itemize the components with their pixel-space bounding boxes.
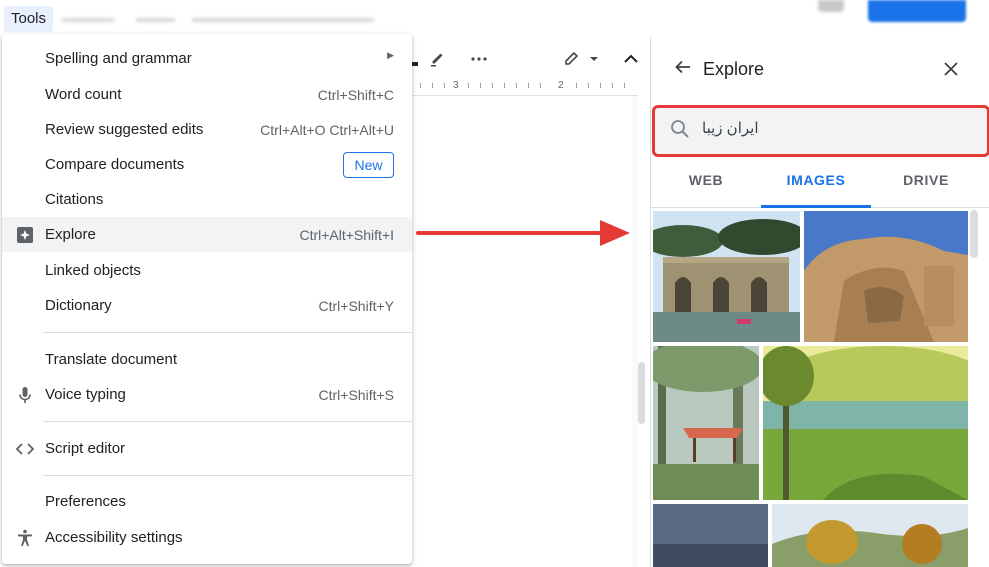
menu-item-linked-objects[interactable]: Linked objects [2,253,412,288]
ruler-tick [612,83,613,88]
tab-web[interactable]: WEB [651,164,761,208]
menu-item-spelling-grammar[interactable]: Spelling and grammar ▶ [2,41,412,76]
ruler-tick [492,83,493,88]
menu-item-label: Dictionary [45,297,112,314]
document-toolbar [412,40,650,78]
tools-menu: Spelling and grammar ▶ Word count Ctrl+S… [2,34,412,564]
menu-item-shortcut: Ctrl+Shift+Y [318,298,394,314]
menu-divider [43,421,412,422]
explore-title: Explore [703,59,765,79]
ruler-tick [528,83,529,88]
menu-help-blurred[interactable]: ▬▬▬ [136,10,175,25]
menu-item-translate-document[interactable]: Translate document [2,342,412,377]
ruler-number: 3 [453,80,459,91]
menu-item-label: Accessibility settings [45,529,183,546]
code-icon [15,439,35,459]
submenu-arrow-icon: ▶ [387,50,394,60]
menu-item-label: Translate document [45,351,178,368]
menu-item-label: Citations [45,191,104,208]
menu-item-voice-typing[interactable]: Voice typing Ctrl+Shift+S [2,377,412,412]
menu-item-shortcut: Ctrl+Shift+S [318,387,394,403]
ruler-tick [504,83,505,88]
menu-item-shortcut: Ctrl+Shift+C [317,87,394,103]
menu-item-label: Spelling and grammar [45,50,192,67]
close-icon[interactable] [943,61,959,82]
menu-item-label: Linked objects [45,262,141,279]
menu-tools[interactable]: Tools [4,6,54,32]
menu-item-preferences[interactable]: Preferences [2,484,412,519]
ruler[interactable]: 3 2 [412,78,638,96]
menu-addons-blurred[interactable]: ▬▬▬▬ [62,10,114,25]
menu-item-label: Compare documents [45,156,185,173]
image-result-dusk-sky[interactable] [653,504,768,567]
share-button[interactable] [868,0,966,22]
comments-button-blurred[interactable] [818,0,844,12]
new-badge: New [343,152,394,178]
image-result-autumn-trees[interactable] [772,504,968,567]
explore-search-box[interactable]: ایران زیبا [652,105,989,157]
ruler-tick [576,83,577,88]
menu-item-shortcut: Ctrl+Alt+O Ctrl+Alt+U [260,122,394,138]
menu-item-citations[interactable]: Citations [2,182,412,217]
menu-item-review-suggested-edits[interactable]: Review suggested edits Ctrl+Alt+O Ctrl+A… [2,112,412,147]
document-page[interactable] [412,97,632,567]
ruler-tick [468,83,469,88]
document-scrollbar[interactable] [638,362,645,424]
image-result-forest-bench[interactable] [653,346,759,500]
hide-menus-icon[interactable] [622,50,640,72]
ruler-tick [444,83,445,88]
search-icon [669,118,691,145]
annotation-arrow [416,220,630,246]
ruler-tick [588,83,589,88]
explore-panel: Explore ایران زیبا WEB IMAGES DRIVE [650,37,989,567]
ruler-tick [432,83,433,88]
ruler-tick [600,83,601,88]
more-options-icon[interactable] [470,50,488,72]
menu-item-compare-documents[interactable]: Compare documents New [2,147,412,182]
menu-item-label: Preferences [45,493,126,510]
menu-item-label: Review suggested edits [45,121,204,138]
ruler-number: 2 [558,80,564,91]
highlight-color-icon[interactable] [428,50,446,72]
image-result-stone-relief[interactable] [804,211,968,342]
microphone-icon [15,385,35,405]
menu-divider [43,332,412,333]
image-result-castle-lake[interactable] [653,211,800,342]
menu-item-label: Explore [45,226,96,243]
back-arrow-icon[interactable] [673,57,693,82]
explore-tabs: WEB IMAGES DRIVE [651,164,989,208]
accessibility-icon [15,528,35,548]
menu-divider [43,475,412,476]
ruler-tick [540,83,541,88]
tab-drive[interactable]: DRIVE [871,164,981,208]
editing-mode-icon[interactable] [563,50,603,72]
ruler-tick [624,83,625,88]
menu-item-explore[interactable]: Explore Ctrl+Alt+Shift+I [2,217,412,252]
ruler-tick [516,83,517,88]
explore-icon [15,225,35,245]
menu-item-word-count[interactable]: Word count Ctrl+Shift+C [2,77,412,112]
menu-item-label: Script editor [45,440,126,457]
ruler-tick [480,83,481,88]
menu-item-dictionary[interactable]: Dictionary Ctrl+Shift+Y [2,288,412,323]
menu-item-accessibility-settings[interactable]: Accessibility settings [2,520,412,555]
menu-item-label: Voice typing [45,386,126,403]
ruler-tick [420,83,421,88]
menu-item-label: Word count [45,86,122,103]
menu-item-script-editor[interactable]: Script editor [2,431,412,466]
menu-item-shortcut: Ctrl+Alt+Shift+I [299,227,394,243]
search-input[interactable]: ایران زیبا [702,119,758,137]
explore-scrollbar[interactable] [970,210,978,258]
image-result-green-lake[interactable] [763,346,968,500]
tab-images[interactable]: IMAGES [761,164,871,208]
last-edit-blurred[interactable]: ▬▬▬▬▬▬▬▬▬▬▬▬▬▬ [192,10,374,25]
